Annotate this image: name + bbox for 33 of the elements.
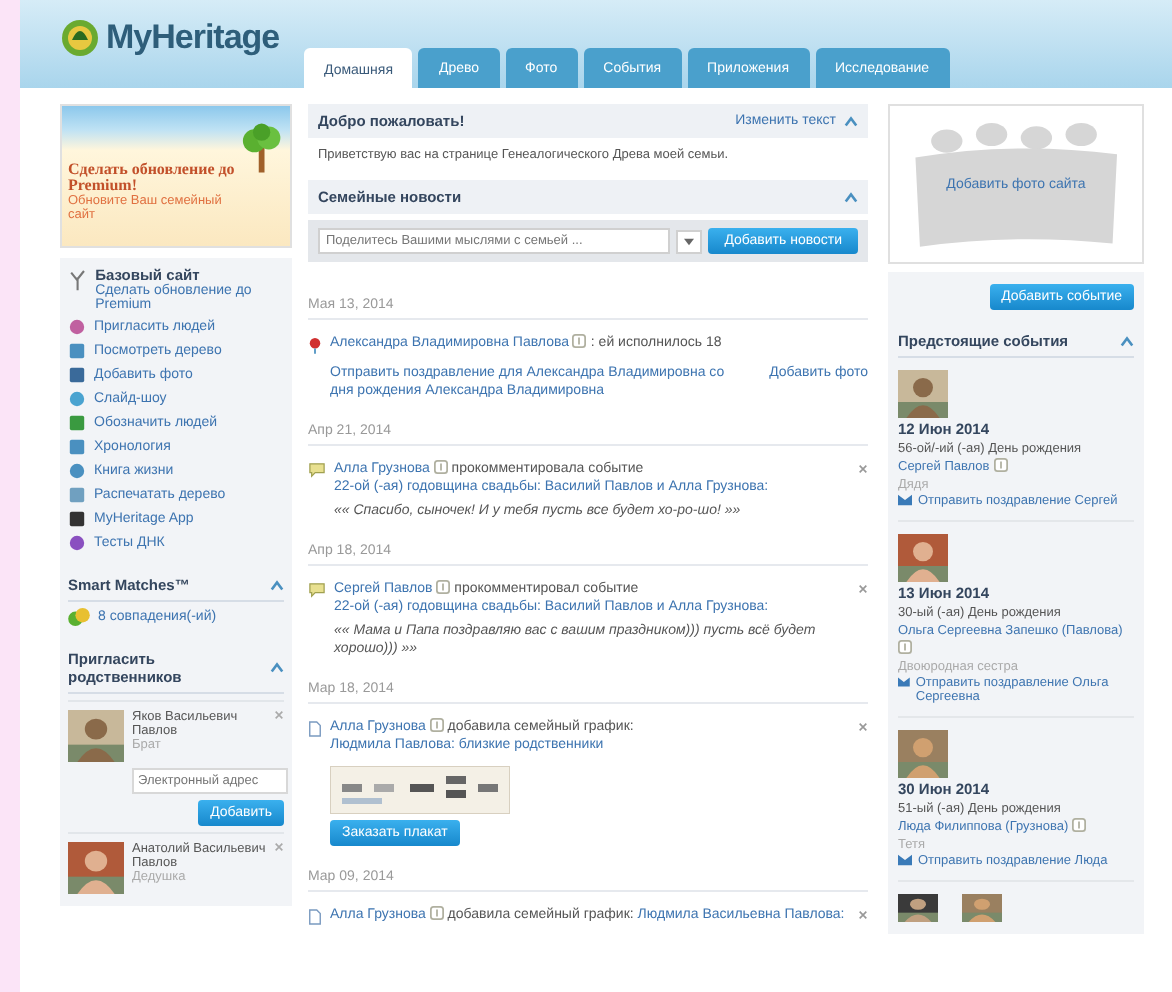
- caret-icon: [684, 237, 695, 245]
- collapse-icon[interactable]: [270, 579, 284, 591]
- card-icon: [898, 494, 912, 506]
- info-icon[interactable]: [1071, 818, 1086, 832]
- logo-icon: [60, 18, 100, 58]
- speech-bubble-icon: [308, 582, 326, 598]
- document-icon: [308, 720, 322, 738]
- balloon-icon: [308, 336, 322, 354]
- info-icon[interactable]: [436, 580, 451, 594]
- collapse-icon[interactable]: [844, 191, 858, 203]
- card-icon: [898, 854, 912, 866]
- info-icon[interactable]: [993, 458, 1008, 472]
- matches-icon: [68, 608, 90, 626]
- close-icon[interactable]: [858, 584, 868, 594]
- dropdown-button[interactable]: [676, 229, 703, 253]
- close-icon[interactable]: [274, 842, 284, 852]
- card-icon: [898, 676, 910, 688]
- document-icon: [308, 908, 322, 926]
- info-icon[interactable]: [572, 334, 587, 348]
- logo-text: MyHeritage: [106, 18, 280, 58]
- close-icon[interactable]: [858, 464, 868, 474]
- info-icon[interactable]: [898, 640, 912, 654]
- collapse-icon[interactable]: [1120, 335, 1134, 347]
- close-icon[interactable]: [274, 710, 284, 720]
- info-icon[interactable]: [429, 718, 444, 732]
- collapse-icon[interactable]: [844, 115, 858, 127]
- info-icon[interactable]: [429, 906, 444, 920]
- close-icon[interactable]: [858, 722, 868, 732]
- info-icon[interactable]: [433, 460, 448, 474]
- collapse-icon[interactable]: [270, 662, 284, 674]
- close-icon[interactable]: [858, 910, 868, 920]
- promo-title: Сделать обновление до Premium!: [68, 162, 237, 194]
- speech-bubble-icon: [308, 462, 326, 478]
